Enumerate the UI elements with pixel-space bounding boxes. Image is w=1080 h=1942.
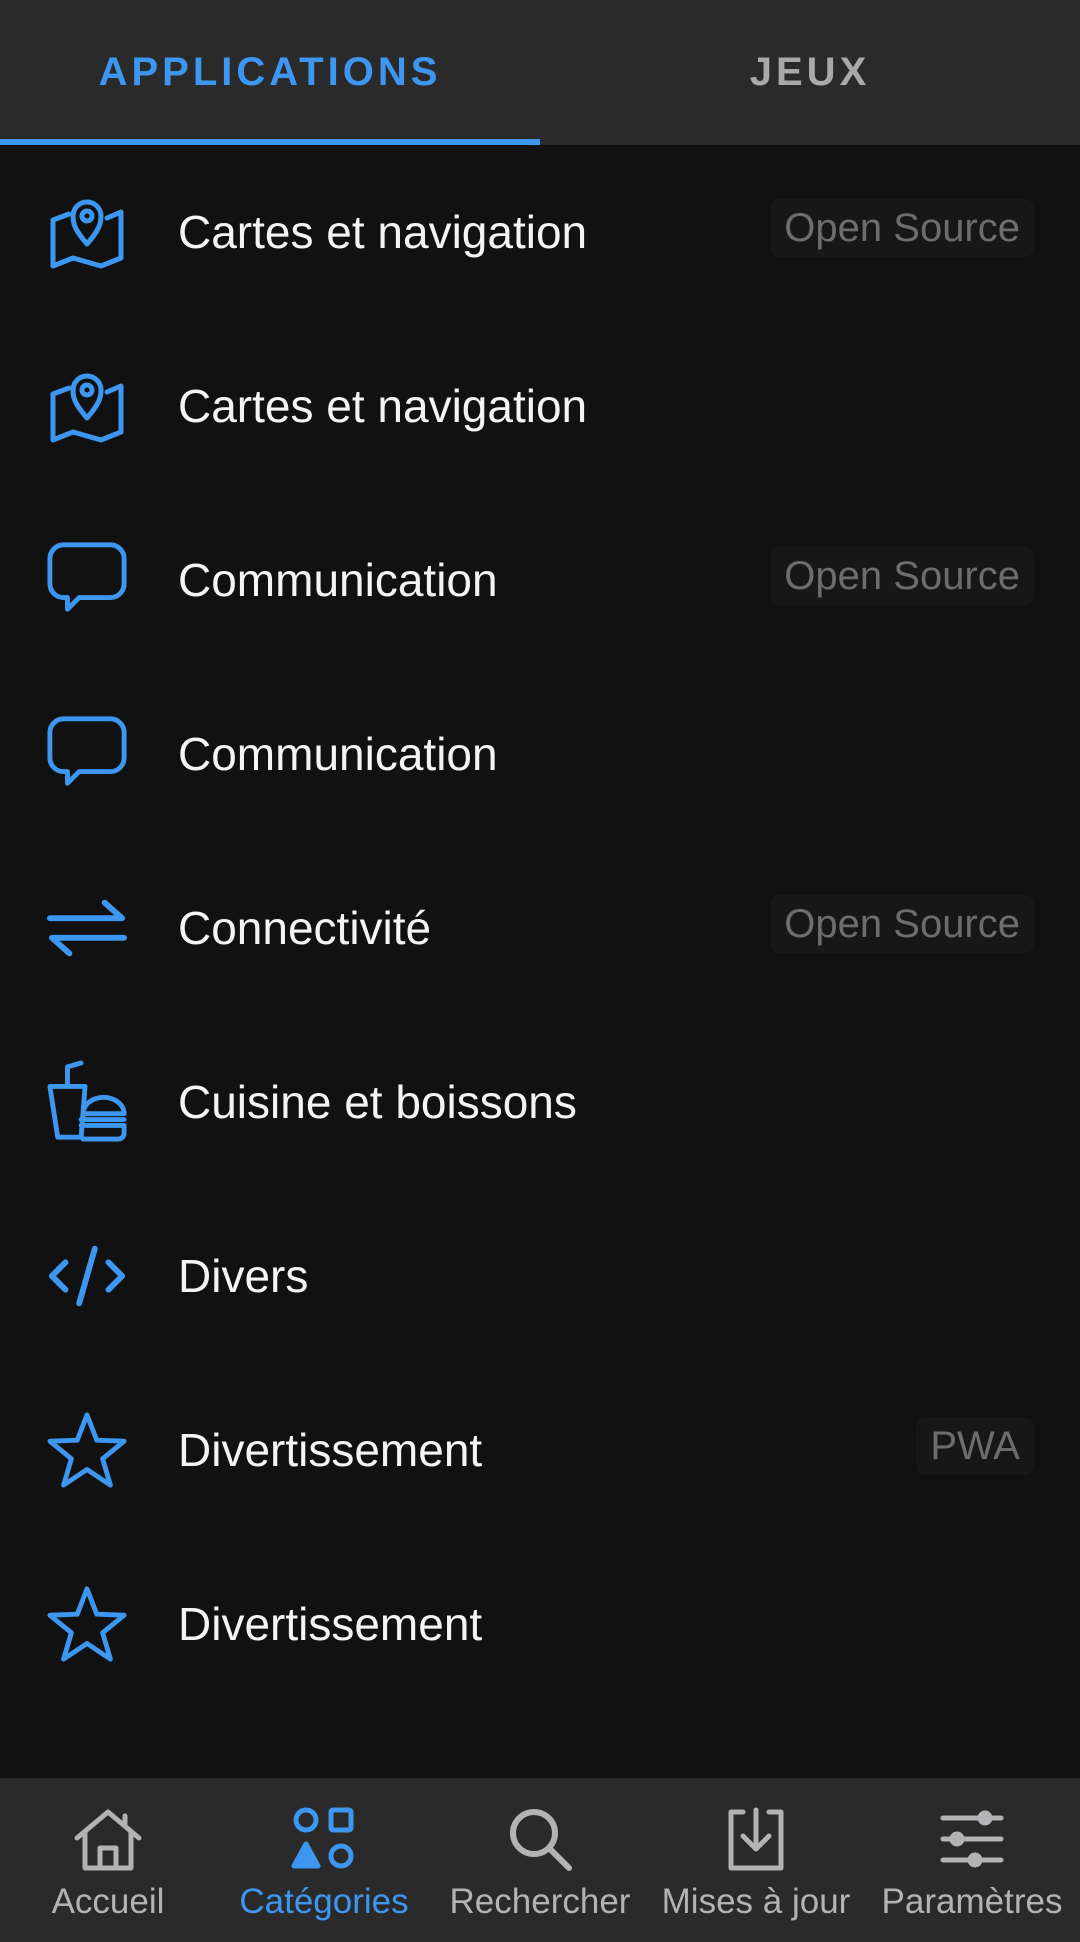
tab-applications[interactable]: APPLICATIONS — [0, 0, 540, 145]
category-label: Divertissement — [178, 1598, 483, 1650]
bottom-navigation: Accueil Catégories Rechercher Mises à jo… — [0, 1778, 1080, 1942]
category-label: Cartes et navigation — [178, 380, 588, 432]
nav-label: Catégories — [239, 1882, 409, 1921]
home-icon — [73, 1804, 143, 1874]
pwa-badge: PWA — [916, 1417, 1034, 1475]
open-source-badge: Open Source — [770, 895, 1034, 953]
sliders-icon — [937, 1804, 1007, 1874]
nav-accueil[interactable]: Accueil — [0, 1778, 216, 1942]
tab-jeux[interactable]: JEUX — [540, 0, 1080, 145]
category-list[interactable]: Cartes et navigation Open Source Cartes … — [0, 145, 1080, 1778]
nav-label: Accueil — [51, 1882, 165, 1921]
nav-label: Rechercher — [449, 1882, 631, 1921]
category-label: Divertissement — [178, 1424, 483, 1476]
category-row-divers[interactable]: Divers — [0, 1189, 1080, 1363]
category-label: Communication — [178, 554, 498, 606]
map-pin-icon — [46, 365, 128, 447]
star-icon — [46, 1409, 128, 1491]
open-source-badge: Open Source — [770, 199, 1034, 257]
nav-categories[interactable]: Catégories — [216, 1778, 432, 1942]
code-icon — [46, 1235, 128, 1317]
nav-label: Paramètres — [881, 1882, 1063, 1921]
category-row-cartes-open-source[interactable]: Cartes et navigation Open Source — [0, 145, 1080, 319]
chat-bubble-icon — [46, 539, 128, 621]
star-icon — [46, 1583, 128, 1665]
category-label: Connectivité — [178, 902, 432, 954]
nav-mises-a-jour[interactable]: Mises à jour — [648, 1778, 864, 1942]
category-row-communication[interactable]: Communication — [0, 667, 1080, 841]
download-icon — [721, 1804, 791, 1874]
map-pin-icon — [46, 191, 128, 273]
nav-parametres[interactable]: Paramètres — [864, 1778, 1080, 1942]
nav-rechercher[interactable]: Rechercher — [432, 1778, 648, 1942]
nav-label: Mises à jour — [661, 1882, 851, 1921]
search-icon — [505, 1804, 575, 1874]
category-row-cartes[interactable]: Cartes et navigation — [0, 319, 1080, 493]
category-label: Cuisine et boissons — [178, 1076, 577, 1128]
category-row-divertissement-pwa[interactable]: Divertissement PWA — [0, 1363, 1080, 1537]
category-row-divertissement[interactable]: Divertissement — [0, 1537, 1080, 1711]
open-source-badge: Open Source — [770, 547, 1034, 605]
food-drink-icon — [46, 1060, 128, 1143]
category-row-communication-open-source[interactable]: Communication Open Source — [0, 493, 1080, 667]
arrows-exchange-icon — [46, 887, 128, 969]
category-label: Communication — [178, 728, 498, 780]
category-label: Divers — [178, 1250, 309, 1302]
top-tab-bar: APPLICATIONS JEUX — [0, 0, 1080, 145]
category-row-connectivite-open-source[interactable]: Connectivité Open Source — [0, 841, 1080, 1015]
category-label: Cartes et navigation — [178, 206, 588, 258]
category-row-cuisine[interactable]: Cuisine et boissons — [0, 1015, 1080, 1189]
categories-icon — [289, 1804, 359, 1874]
chat-bubble-icon — [46, 713, 128, 795]
